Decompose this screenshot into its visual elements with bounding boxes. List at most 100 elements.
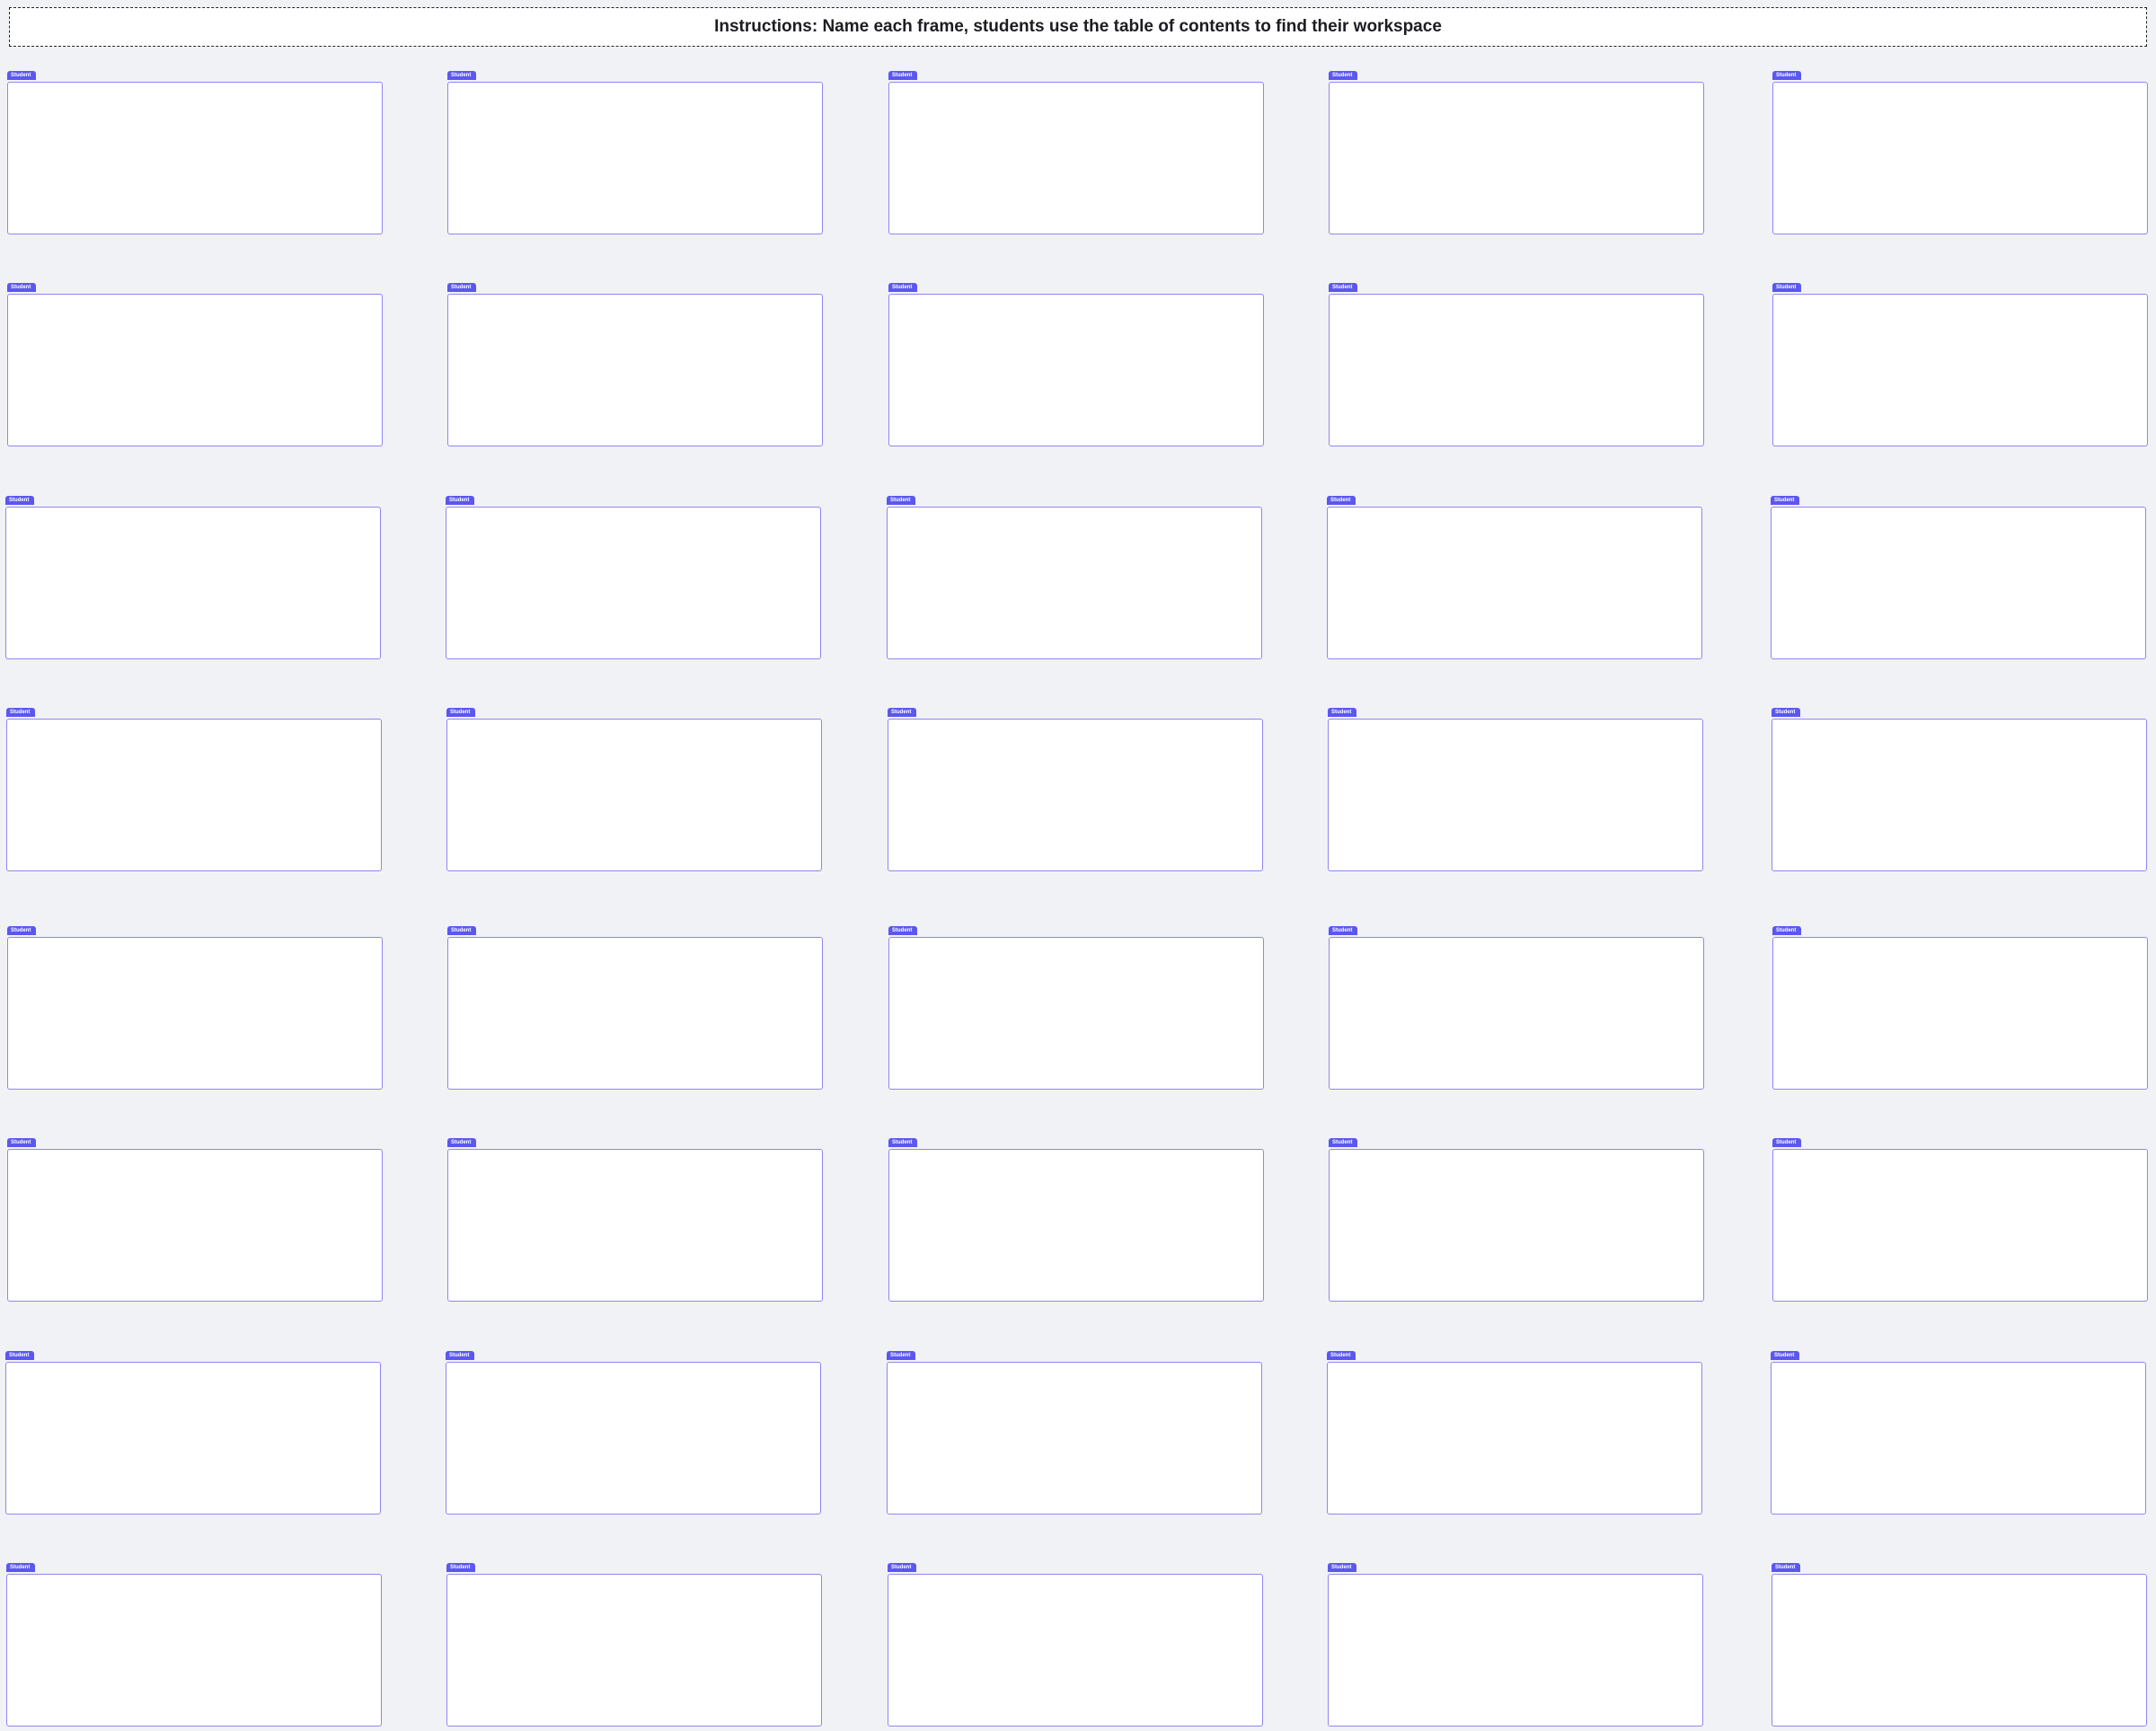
- student-frame[interactable]: Student: [1772, 1563, 2147, 1727]
- frame-name-tag[interactable]: Student: [888, 283, 918, 292]
- frame-workspace[interactable]: [888, 719, 1263, 871]
- frame-workspace[interactable]: [888, 1149, 1264, 1302]
- student-frame[interactable]: Student: [446, 496, 821, 659]
- student-frame[interactable]: Student: [888, 71, 1264, 234]
- student-frame[interactable]: Student: [7, 71, 383, 234]
- student-frame[interactable]: Student: [447, 1138, 823, 1302]
- student-frame[interactable]: Student: [887, 496, 1262, 659]
- frame-workspace[interactable]: [1772, 719, 2147, 871]
- frame-name-tag[interactable]: Student: [446, 708, 476, 717]
- frame-workspace[interactable]: [1771, 507, 2146, 659]
- student-frame[interactable]: Student: [1329, 1138, 1704, 1302]
- frame-workspace[interactable]: [1772, 294, 2148, 446]
- frame-name-tag[interactable]: Student: [1328, 1563, 1357, 1572]
- student-frame[interactable]: Student: [888, 283, 1264, 446]
- frame-name-tag[interactable]: Student: [7, 1138, 37, 1147]
- frame-workspace[interactable]: [5, 507, 381, 659]
- frame-workspace[interactable]: [447, 82, 823, 234]
- frame-name-tag[interactable]: Student: [1772, 71, 1802, 80]
- student-frame[interactable]: Student: [5, 496, 381, 659]
- frame-workspace[interactable]: [888, 294, 1264, 446]
- student-frame[interactable]: Student: [447, 926, 823, 1090]
- frame-name-tag[interactable]: Student: [888, 926, 918, 935]
- frame-name-tag[interactable]: Student: [5, 1351, 35, 1360]
- frame-name-tag[interactable]: Student: [1329, 1138, 1358, 1147]
- student-frame[interactable]: Student: [7, 926, 383, 1090]
- student-frame[interactable]: Student: [1329, 926, 1704, 1090]
- frame-workspace[interactable]: [1771, 1362, 2146, 1515]
- student-frame[interactable]: Student: [1327, 496, 1702, 659]
- frame-name-tag[interactable]: Student: [1771, 496, 1800, 505]
- student-frame[interactable]: Student: [888, 1138, 1264, 1302]
- frame-workspace[interactable]: [5, 1362, 381, 1515]
- student-frame[interactable]: Student: [888, 708, 1263, 871]
- frame-workspace[interactable]: [446, 719, 822, 871]
- frame-name-tag[interactable]: Student: [6, 708, 36, 717]
- student-frame[interactable]: Student: [888, 1563, 1263, 1727]
- frame-name-tag[interactable]: Student: [1772, 283, 1802, 292]
- frame-name-tag[interactable]: Student: [447, 1138, 477, 1147]
- frame-workspace[interactable]: [1327, 1362, 1702, 1515]
- frame-name-tag[interactable]: Student: [887, 496, 916, 505]
- frame-workspace[interactable]: [888, 1574, 1263, 1727]
- student-frame[interactable]: Student: [1772, 71, 2148, 234]
- student-frame[interactable]: Student: [887, 1351, 1262, 1515]
- student-frame[interactable]: Student: [5, 1351, 381, 1515]
- frame-workspace[interactable]: [1329, 1149, 1704, 1302]
- frame-name-tag[interactable]: Student: [447, 283, 477, 292]
- frame-name-tag[interactable]: Student: [1329, 71, 1358, 80]
- frame-name-tag[interactable]: Student: [446, 496, 475, 505]
- student-frame[interactable]: Student: [1328, 1563, 1703, 1727]
- frame-workspace[interactable]: [1772, 937, 2148, 1090]
- student-frame[interactable]: Student: [1771, 496, 2146, 659]
- frame-workspace[interactable]: [447, 937, 823, 1090]
- student-frame[interactable]: Student: [7, 1138, 383, 1302]
- frame-workspace[interactable]: [447, 1149, 823, 1302]
- frame-workspace[interactable]: [7, 294, 383, 446]
- frame-name-tag[interactable]: Student: [446, 1563, 476, 1572]
- student-frame[interactable]: Student: [446, 708, 822, 871]
- frame-workspace[interactable]: [6, 1574, 382, 1727]
- frame-name-tag[interactable]: Student: [1328, 708, 1357, 717]
- frame-name-tag[interactable]: Student: [7, 926, 37, 935]
- student-frame[interactable]: Student: [447, 283, 823, 446]
- student-frame[interactable]: Student: [6, 708, 382, 871]
- frame-name-tag[interactable]: Student: [1772, 708, 1801, 717]
- student-frame[interactable]: Student: [446, 1351, 821, 1515]
- frame-name-tag[interactable]: Student: [1327, 1351, 1356, 1360]
- student-frame[interactable]: Student: [888, 926, 1264, 1090]
- frame-name-tag[interactable]: Student: [446, 1351, 475, 1360]
- frame-name-tag[interactable]: Student: [6, 1563, 36, 1572]
- frame-workspace[interactable]: [1329, 82, 1704, 234]
- student-frame[interactable]: Student: [1327, 1351, 1702, 1515]
- frame-workspace[interactable]: [7, 1149, 383, 1302]
- student-frame[interactable]: Student: [1329, 71, 1704, 234]
- frame-name-tag[interactable]: Student: [1329, 926, 1358, 935]
- student-frame[interactable]: Student: [1772, 708, 2147, 871]
- frame-name-tag[interactable]: Student: [1329, 283, 1358, 292]
- student-frame[interactable]: Student: [7, 283, 383, 446]
- frame-name-tag[interactable]: Student: [1771, 1351, 1800, 1360]
- frame-name-tag[interactable]: Student: [1772, 1138, 1802, 1147]
- frame-workspace[interactable]: [1772, 1149, 2148, 1302]
- frame-name-tag[interactable]: Student: [447, 926, 477, 935]
- frame-workspace[interactable]: [446, 507, 821, 659]
- frame-workspace[interactable]: [888, 937, 1264, 1090]
- frame-workspace[interactable]: [1329, 937, 1704, 1090]
- frame-workspace[interactable]: [1328, 1574, 1703, 1727]
- student-frame[interactable]: Student: [6, 1563, 382, 1727]
- frame-workspace[interactable]: [887, 507, 1262, 659]
- frame-name-tag[interactable]: Student: [1327, 496, 1356, 505]
- frame-name-tag[interactable]: Student: [7, 283, 37, 292]
- frame-workspace[interactable]: [447, 294, 823, 446]
- student-frame[interactable]: Student: [446, 1563, 822, 1727]
- frame-workspace[interactable]: [1772, 82, 2148, 234]
- student-frame[interactable]: Student: [447, 71, 823, 234]
- frame-workspace[interactable]: [446, 1362, 821, 1515]
- student-frame[interactable]: Student: [1772, 1138, 2148, 1302]
- student-frame[interactable]: Student: [1772, 926, 2148, 1090]
- frame-workspace[interactable]: [887, 1362, 1262, 1515]
- frame-workspace[interactable]: [1327, 507, 1702, 659]
- frame-name-tag[interactable]: Student: [1772, 1563, 1801, 1572]
- frame-name-tag[interactable]: Student: [1772, 926, 1802, 935]
